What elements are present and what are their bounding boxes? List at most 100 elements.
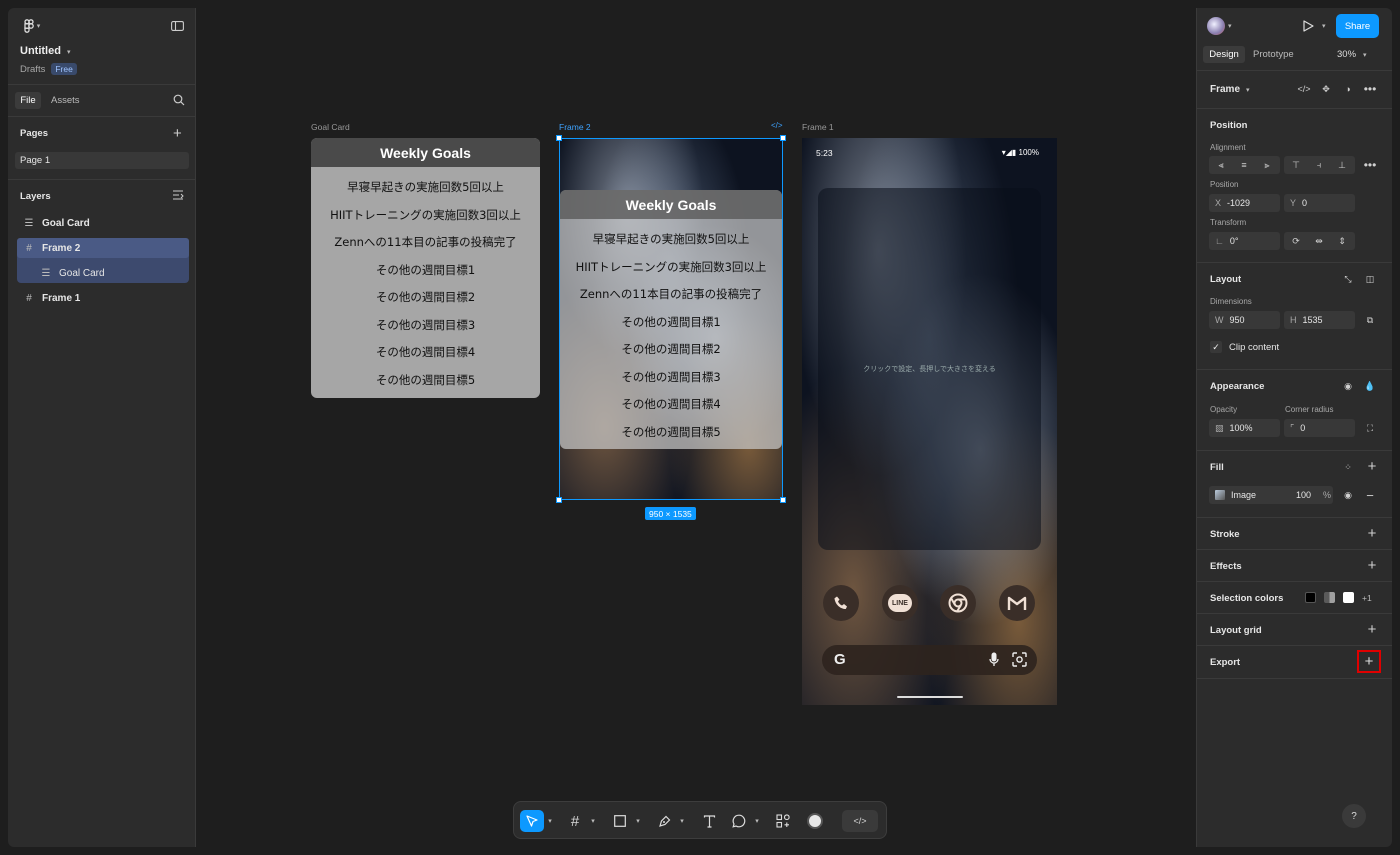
align-center-icon[interactable]: ≡ (1233, 156, 1255, 174)
chrome-icon[interactable] (940, 585, 976, 621)
flip-vertical-icon[interactable]: ⇕ (1331, 232, 1353, 250)
corner-radius-field[interactable]: ⌜ 0 (1284, 419, 1355, 437)
chevron-down-icon[interactable]: ▾ (634, 810, 642, 832)
plugin-avatar-icon[interactable] (804, 810, 826, 832)
styles-grid-icon[interactable]: ⁘ (1337, 458, 1359, 476)
file-location[interactable]: Drafts (20, 64, 45, 75)
search-icon[interactable] (173, 94, 185, 106)
gmail-icon[interactable] (999, 585, 1035, 621)
layer-nested-goal-card[interactable]: ☰ Goal Card (17, 263, 189, 283)
share-button[interactable]: Share (1336, 14, 1379, 38)
color-swatch-white[interactable] (1343, 592, 1354, 603)
code-icon[interactable]: </> (771, 121, 783, 130)
frame-1-label[interactable]: Frame 1 (802, 122, 834, 132)
collapse-layout-icon[interactable]: ⤡ (1337, 270, 1359, 288)
goal-card-overlay[interactable]: Weekly Goals 早寝早起きの実施回数5回以上 HIITトレーニングの実… (560, 190, 782, 449)
add-export-button[interactable]: + (1357, 650, 1381, 673)
phone-app-icon[interactable] (823, 585, 859, 621)
rectangle-tool-button[interactable] (609, 810, 631, 832)
component-icon[interactable]: ✥ (1315, 80, 1337, 98)
user-avatar[interactable] (1207, 17, 1225, 35)
layer-goal-card[interactable]: ☰ Goal Card (17, 213, 189, 233)
chevron-down-icon[interactable]: ▾ (753, 810, 761, 832)
eye-icon[interactable]: ◉ (1337, 377, 1359, 395)
clip-content-checkbox[interactable]: ✓ (1210, 341, 1222, 353)
blend-mode-icon[interactable]: 💧 (1359, 377, 1381, 395)
file-title[interactable]: Untitled ▾ (20, 45, 70, 57)
auto-layout-icon[interactable]: ◫ (1359, 270, 1381, 288)
layer-frame-1[interactable]: # Frame 1 (17, 288, 189, 308)
resize-handle[interactable] (780, 497, 786, 503)
layer-frame-2[interactable]: # Frame 2 (17, 238, 189, 258)
page-item-1[interactable]: Page 1 (15, 152, 189, 169)
add-stroke-icon[interactable]: + (1366, 526, 1378, 541)
resize-to-fit-icon[interactable]: ⧉ (1359, 311, 1381, 329)
rotation-field[interactable]: ∟ 0° (1209, 232, 1280, 250)
zoom-level[interactable]: 30% ▾ (1337, 49, 1367, 60)
dev-mode-toggle[interactable]: </> (842, 810, 878, 832)
height-field[interactable]: H 1535 (1284, 311, 1355, 329)
x-position-field[interactable]: X -1029 (1209, 194, 1280, 212)
chevron-down-icon[interactable]: ▾ (589, 810, 597, 832)
text-tool-button[interactable] (698, 810, 720, 832)
independent-corners-icon[interactable]: ⛶ (1359, 419, 1381, 437)
add-effect-icon[interactable]: + (1366, 558, 1378, 573)
frame-1[interactable]: 5:23 ▾◢▮ 100% クリックで設定、長押しで大きさを変える LINE G (802, 138, 1057, 705)
canvas[interactable]: Goal Card Weekly Goals 早寝早起きの実施回数5回以上 HI… (196, 8, 1196, 847)
resize-handle[interactable] (780, 135, 786, 141)
tab-prototype[interactable]: Prototype (1253, 49, 1294, 60)
color-swatch-black[interactable] (1305, 592, 1316, 603)
frame-2-label[interactable]: Frame 2 (559, 122, 591, 132)
chevron-down-icon[interactable]: ▾ (1228, 22, 1232, 30)
pen-tool-button[interactable] (653, 810, 675, 832)
actions-tool-button[interactable] (772, 810, 794, 832)
goal-card[interactable]: Weekly Goals 早寝早起きの実施回数5回以上 HIITトレーニングの実… (311, 138, 540, 398)
google-search-bar[interactable]: G (822, 645, 1037, 675)
opacity-field[interactable]: ▧ 100% (1209, 419, 1280, 437)
layers-list-icon[interactable] (173, 190, 184, 200)
present-play-icon[interactable] (1303, 20, 1314, 35)
tab-design[interactable]: Design (1203, 46, 1245, 63)
move-tool-button[interactable] (520, 810, 544, 832)
mic-icon[interactable] (989, 652, 999, 670)
add-layout-grid-icon[interactable]: + (1366, 622, 1378, 637)
toggle-sidebar-icon[interactable] (170, 20, 184, 32)
align-right-icon[interactable]: ⫸ (1256, 156, 1278, 174)
flip-horizontal-icon[interactable]: ⇹ (1308, 232, 1330, 250)
line-icon[interactable]: LINE (882, 585, 918, 621)
goal-card-label[interactable]: Goal Card (311, 122, 350, 132)
lens-camera-icon[interactable] (1012, 652, 1027, 670)
fill-row[interactable]: Image 100 % (1209, 486, 1333, 504)
widget-placeholder[interactable]: クリックで設定、長押しで大きさを変える (818, 188, 1041, 550)
selection-type[interactable]: Frame ▾ (1210, 84, 1250, 95)
more-icon[interactable]: ••• (1359, 80, 1381, 98)
tab-file[interactable]: File (15, 92, 41, 109)
more-colors-count[interactable]: +1 (1362, 593, 1372, 603)
chevron-down-icon[interactable]: ▾ (678, 810, 686, 832)
frame-2[interactable]: Weekly Goals 早寝早起きの実施回数5回以上 HIITトレーニングの実… (559, 138, 783, 500)
width-field[interactable]: W 950 (1209, 311, 1280, 329)
more-icon[interactable]: ••• (1359, 156, 1381, 174)
align-middle-icon[interactable]: ⫞ (1308, 156, 1330, 174)
code-icon[interactable]: </> (1293, 80, 1315, 98)
frame-tool-button[interactable]: # (564, 810, 586, 832)
remove-fill-icon[interactable]: − (1359, 486, 1381, 504)
chevron-down-icon[interactable]: ▾ (546, 810, 554, 832)
comment-tool-button[interactable] (728, 810, 750, 832)
tab-assets[interactable]: Assets (51, 95, 80, 106)
align-top-icon[interactable]: ⊤ (1285, 156, 1307, 174)
figma-menu-icon[interactable]: ▾ (20, 18, 44, 34)
align-left-icon[interactable]: ⫷ (1210, 156, 1232, 174)
y-position-field[interactable]: Y0 (1284, 194, 1355, 212)
add-fill-icon[interactable]: + (1366, 459, 1378, 474)
mask-icon[interactable]: ◑ (1337, 80, 1359, 98)
fill-visibility-eye-icon[interactable]: ◉ (1337, 486, 1359, 504)
resize-handle[interactable] (556, 497, 562, 503)
add-page-icon[interactable]: + (173, 125, 182, 142)
resize-handle[interactable] (556, 135, 562, 141)
rotate-icon[interactable]: ⟳ (1285, 232, 1307, 250)
help-button[interactable]: ? (1342, 804, 1366, 828)
chevron-down-icon[interactable]: ▾ (1322, 22, 1326, 30)
align-bottom-icon[interactable]: ⊥ (1331, 156, 1353, 174)
color-swatch-gray[interactable] (1324, 592, 1335, 603)
